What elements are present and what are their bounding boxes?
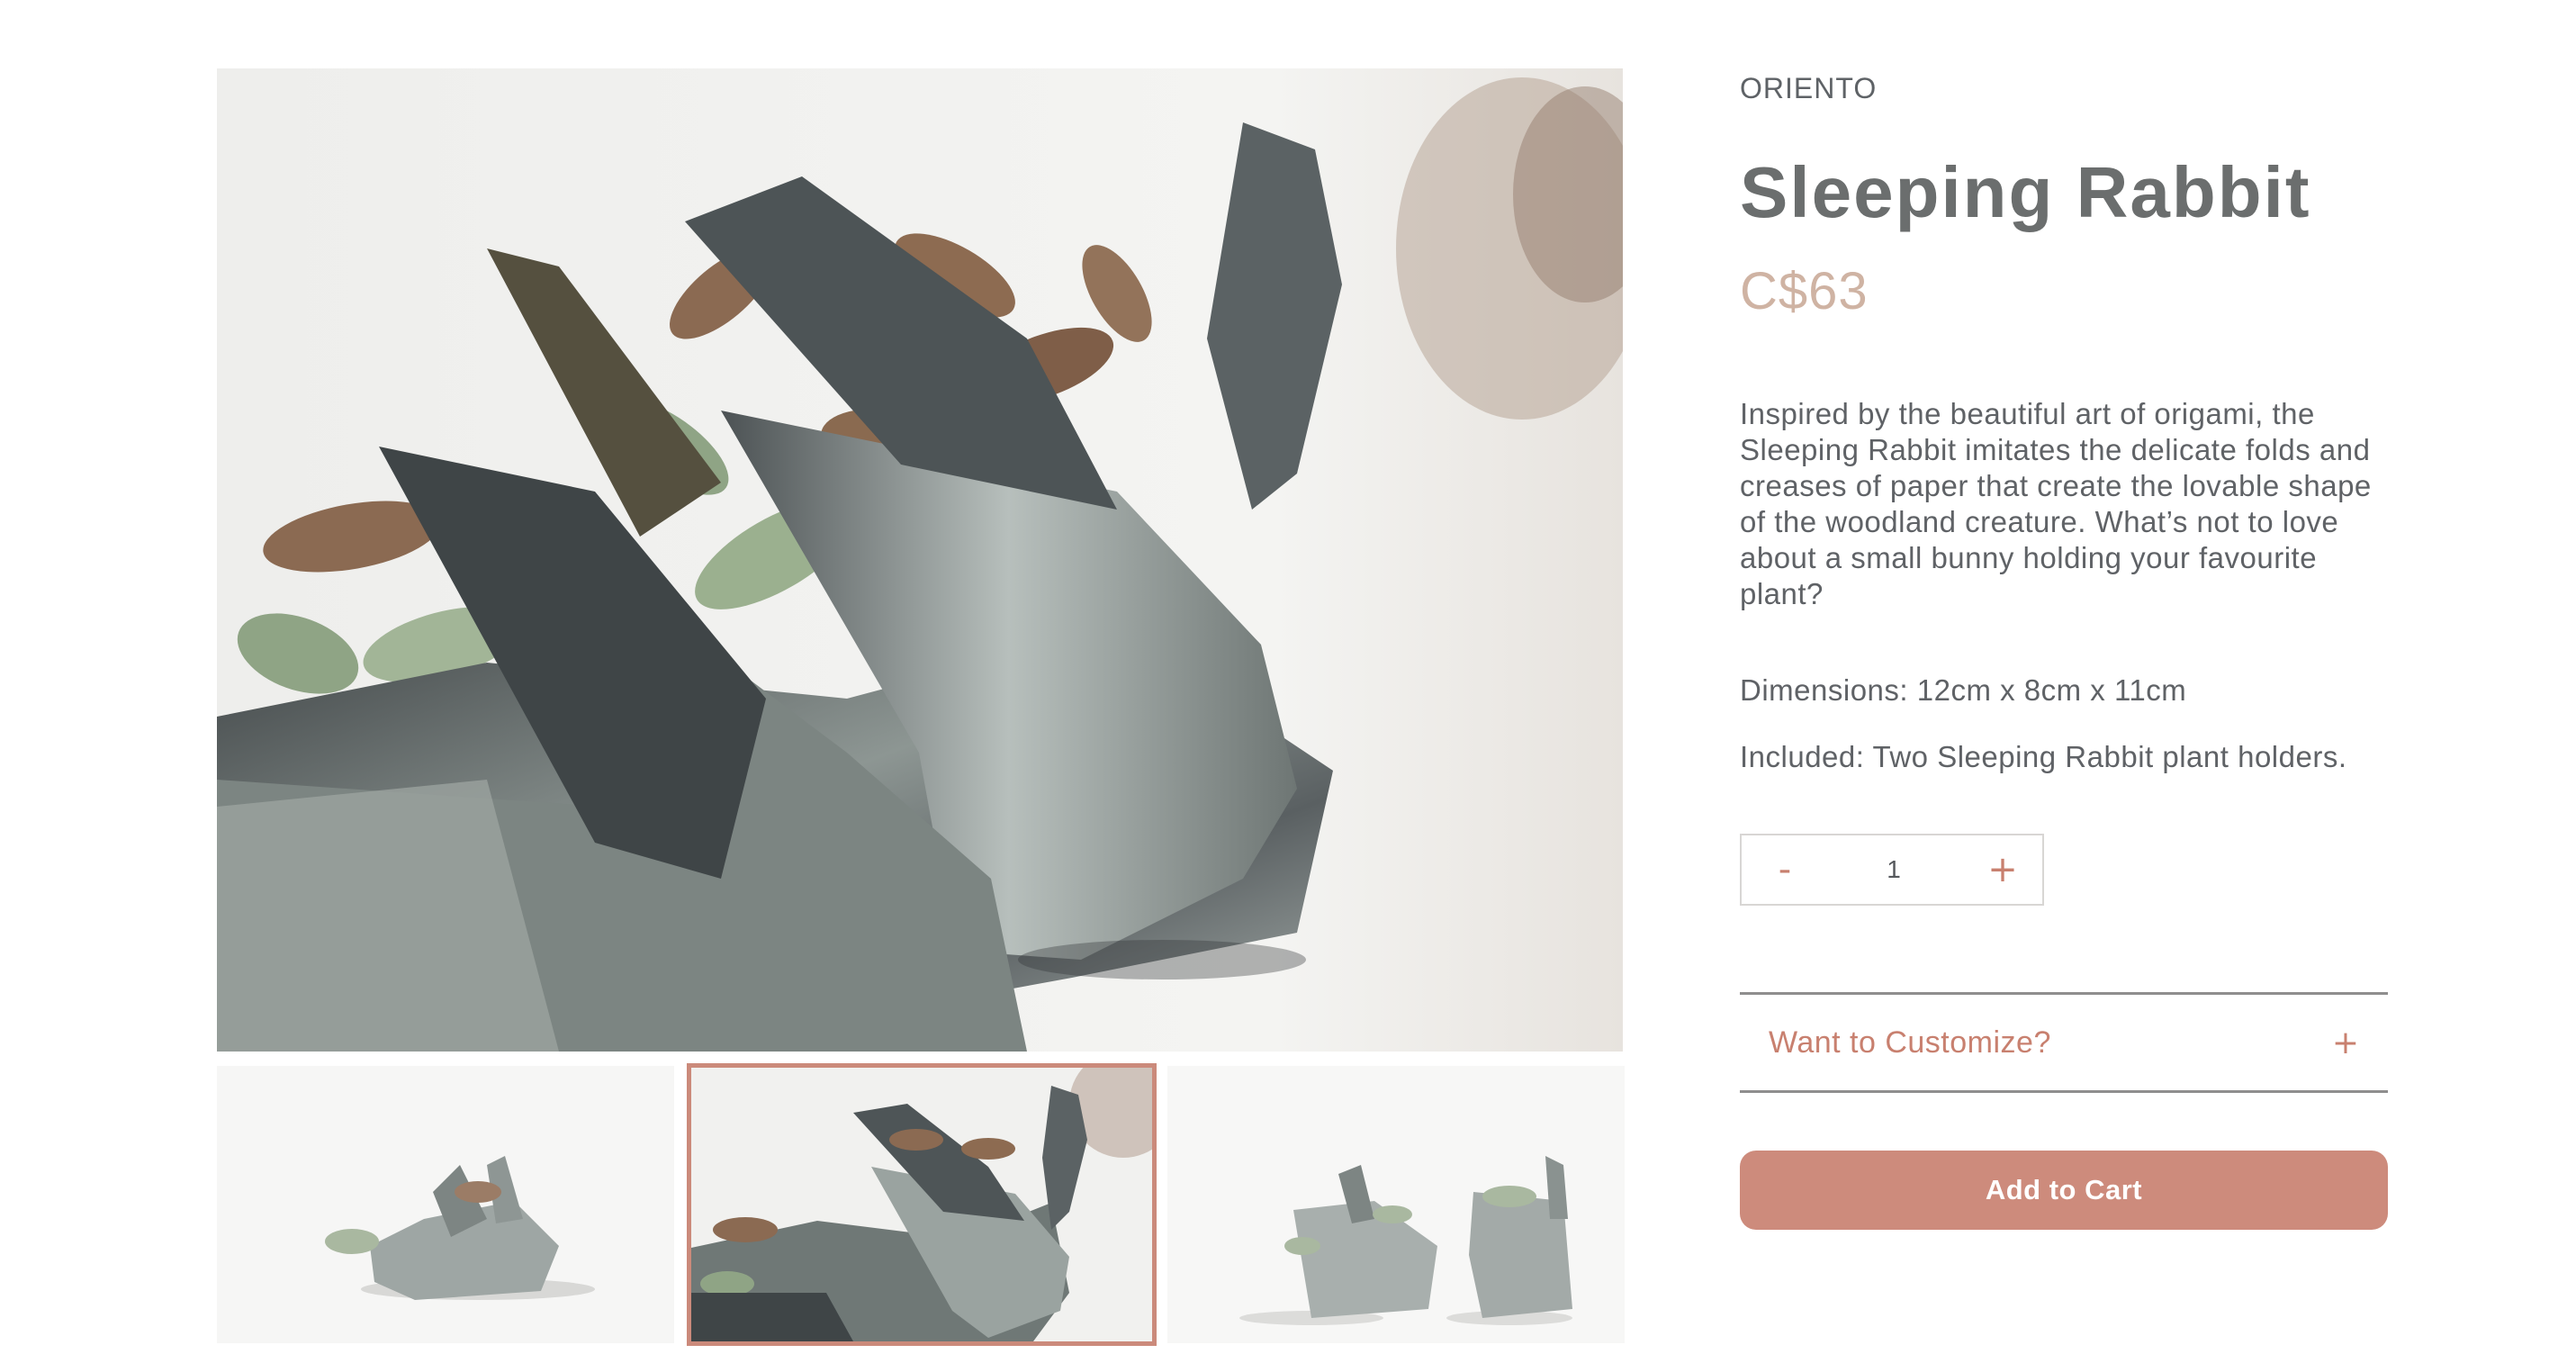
product-description: Inspired by the beautiful art of origami…: [1740, 397, 2372, 610]
quantity-increment-button[interactable]: +: [1985, 852, 2021, 888]
quantity-decrement-button[interactable]: -: [1767, 852, 1803, 888]
product-included: Included: Two Sleeping Rabbit plant hold…: [1740, 740, 2347, 773]
customize-accordion-label: Want to Customize?: [1769, 1025, 2051, 1060]
quantity-stepper: - +: [1740, 834, 2044, 906]
product-title: Sleeping Rabbit: [1740, 152, 2311, 232]
product-dimensions: Dimensions: 12cm x 8cm x 11cm: [1740, 673, 2187, 707]
customize-accordion[interactable]: Want to Customize? +: [1740, 992, 2388, 1093]
product-price: C$63: [1740, 262, 1869, 320]
thumbnail-2-selected[interactable]: [687, 1063, 1157, 1346]
thumbnail-3[interactable]: [1167, 1066, 1625, 1343]
quantity-input[interactable]: [1867, 855, 1921, 884]
product-vendor[interactable]: ORIENTO: [1740, 72, 1877, 105]
add-to-cart-button[interactable]: Add to Cart: [1740, 1151, 2388, 1230]
product-info: ORIENTO Sleeping Rabbit C$63 Inspired by…: [1740, 0, 2388, 1354]
thumbnail-1[interactable]: [217, 1066, 674, 1343]
main-product-image[interactable]: [217, 68, 1623, 1052]
plus-icon: +: [2331, 1024, 2359, 1061]
product-page: ORIENTO Sleeping Rabbit C$63 Inspired by…: [0, 0, 2576, 1354]
